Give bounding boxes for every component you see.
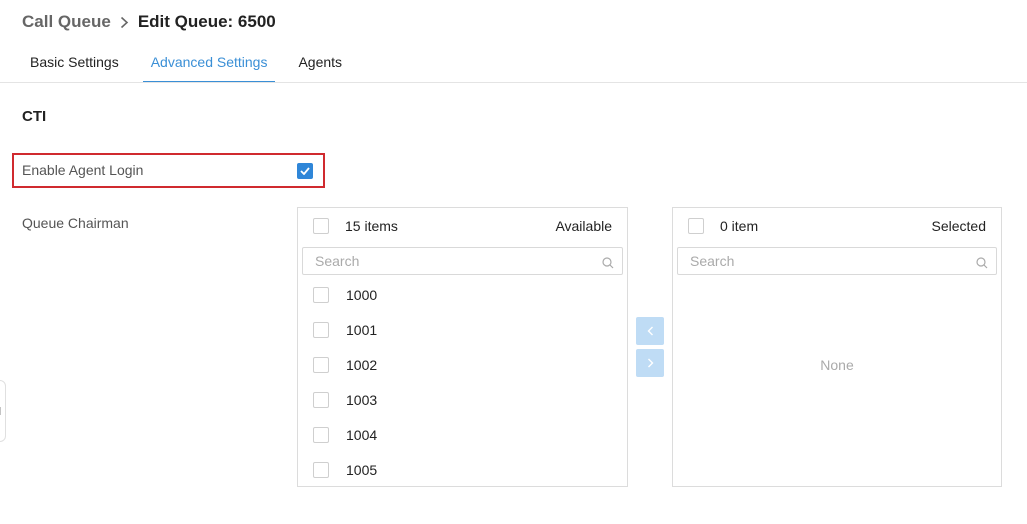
handle-grip-icon xyxy=(0,407,1,415)
list-item-label: 1004 xyxy=(346,427,378,443)
breadcrumb-chevron-right-icon xyxy=(120,16,129,29)
selected-search xyxy=(677,247,997,275)
available-list-panel: 15 items Available 1000 1001 1002 1003 1… xyxy=(297,207,628,487)
select-all-selected-checkbox[interactable] xyxy=(688,218,704,234)
move-to-selected-button[interactable] xyxy=(636,349,664,377)
enable-agent-login-checkbox[interactable] xyxy=(297,163,313,179)
list-item[interactable]: 1000 xyxy=(298,277,627,312)
list-item-label: 1002 xyxy=(346,357,378,373)
list-item-label: 1001 xyxy=(346,322,378,338)
breadcrumb-call-queue-link[interactable]: Call Queue xyxy=(22,12,111,32)
list-item-label: 1000 xyxy=(346,287,378,303)
list-item-checkbox[interactable] xyxy=(313,462,329,478)
tab-bar: Basic Settings Advanced Settings Agents xyxy=(22,48,350,83)
search-icon xyxy=(602,257,614,269)
available-count: 15 items xyxy=(345,218,398,234)
available-list: 1000 1001 1002 1003 1004 1005 xyxy=(298,277,627,487)
chevron-right-icon xyxy=(647,358,653,368)
move-to-available-button[interactable] xyxy=(636,317,664,345)
tab-basic-settings[interactable]: Basic Settings xyxy=(22,48,127,83)
list-item[interactable]: 1004 xyxy=(298,417,627,452)
list-item-checkbox[interactable] xyxy=(313,427,329,443)
list-item-label: 1005 xyxy=(346,462,378,478)
queue-chairman-label: Queue Chairman xyxy=(22,215,129,231)
list-item[interactable]: 1002 xyxy=(298,347,627,382)
list-item-checkbox[interactable] xyxy=(313,322,329,338)
selected-empty-text: None xyxy=(820,357,854,373)
search-icon xyxy=(976,257,988,269)
tabs-divider xyxy=(0,82,1027,83)
selected-title: Selected xyxy=(931,218,986,234)
selected-panel-header: 0 item Selected xyxy=(673,208,1001,244)
section-title-cti: CTI xyxy=(22,108,47,125)
tab-advanced-settings[interactable]: Advanced Settings xyxy=(142,48,276,83)
list-item[interactable]: 1001 xyxy=(298,312,627,347)
list-item[interactable]: 1003 xyxy=(298,382,627,417)
selected-search-input[interactable] xyxy=(678,248,996,274)
enable-agent-login-label: Enable Agent Login xyxy=(22,162,144,178)
page-title: Edit Queue: 6500 xyxy=(137,12,276,31)
available-search xyxy=(302,247,623,275)
tab-agents[interactable]: Agents xyxy=(290,48,350,83)
chevron-left-icon xyxy=(647,326,653,336)
side-collapse-handle[interactable] xyxy=(0,380,6,442)
list-item-checkbox[interactable] xyxy=(313,287,329,303)
list-item-checkbox[interactable] xyxy=(313,392,329,408)
list-item-label: 1003 xyxy=(346,392,378,408)
select-all-available-checkbox[interactable] xyxy=(313,218,329,234)
checkmark-icon xyxy=(300,167,310,175)
available-search-input[interactable] xyxy=(303,248,622,274)
enable-agent-login-row: Enable Agent Login xyxy=(12,153,325,188)
selected-count: 0 item xyxy=(720,218,759,234)
list-item-checkbox[interactable] xyxy=(313,357,329,373)
available-panel-header: 15 items Available xyxy=(298,208,627,244)
breadcrumb: Call Queue Edit Queue: 6500 xyxy=(22,11,276,33)
list-item[interactable]: 1005 xyxy=(298,452,627,487)
selected-list-panel: 0 item Selected None xyxy=(672,207,1002,487)
available-title: Available xyxy=(555,218,612,234)
